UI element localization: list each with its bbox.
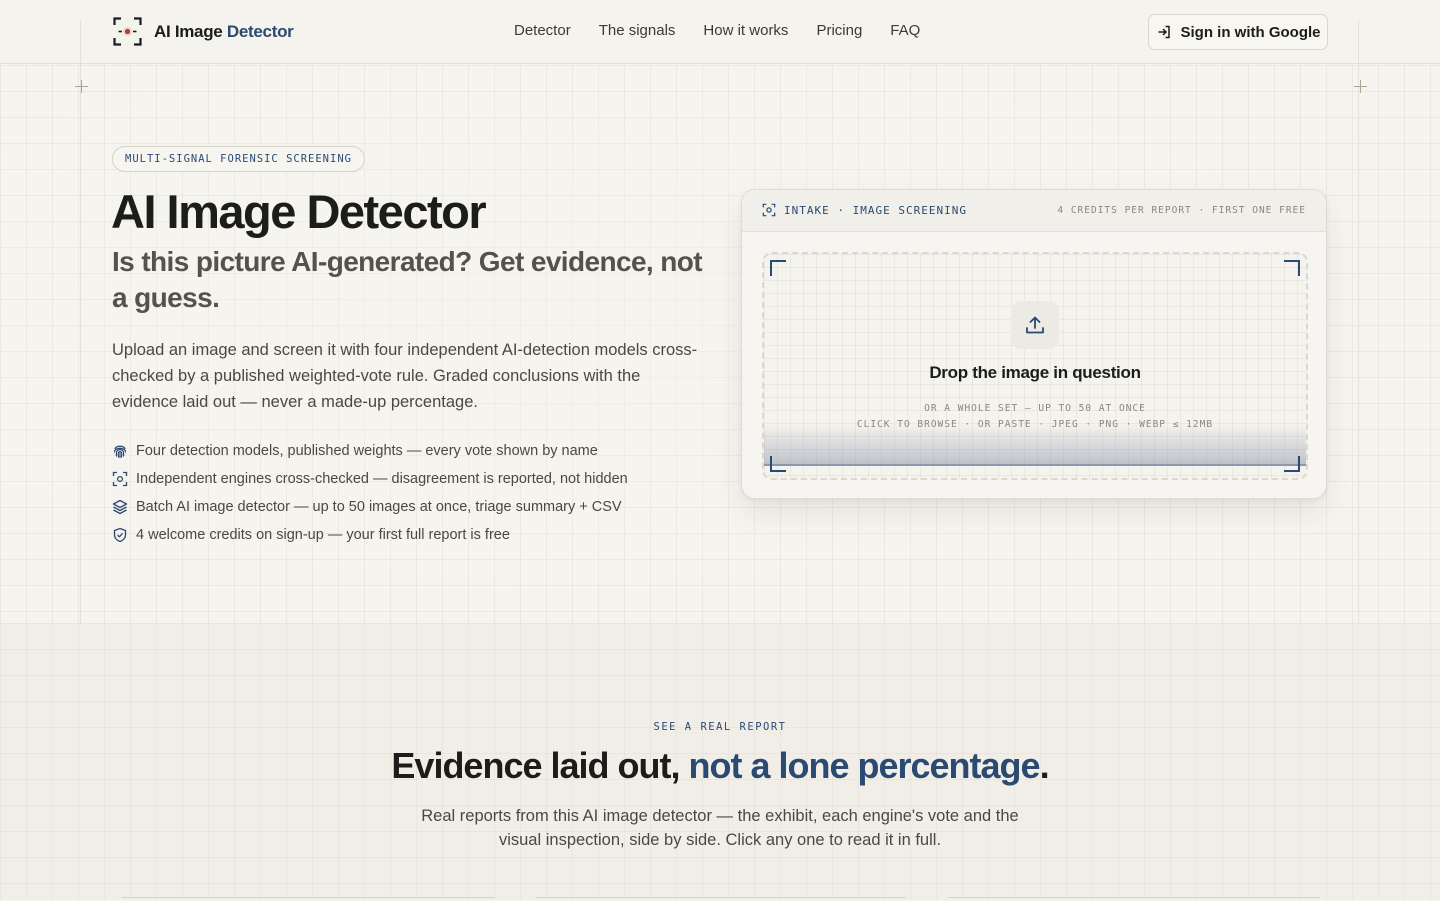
fingerprint-icon bbox=[113, 445, 127, 459]
feature-item: Four detection models, published weights… bbox=[112, 437, 628, 465]
feature-text: 4 welcome credits on sign-up — your firs… bbox=[136, 527, 510, 543]
feature-text: Four detection models, published weights… bbox=[136, 443, 598, 459]
image-dropzone[interactable]: Drop the image in question OR A WHOLE SE… bbox=[762, 252, 1308, 480]
plus-marker-right bbox=[1354, 80, 1367, 93]
intake-card-header: INTAKE · IMAGE SCREENING 4 CREDITS PER R… bbox=[742, 190, 1326, 232]
hero-tag: MULTI-SIGNAL FORENSIC SCREENING bbox=[112, 146, 365, 172]
layers-icon bbox=[112, 499, 128, 515]
feature-item: Independent engines cross-checked — disa… bbox=[112, 465, 628, 493]
corner-bracket bbox=[1284, 260, 1300, 276]
scan-icon bbox=[112, 471, 128, 487]
corner-bracket bbox=[770, 260, 786, 276]
corner-bracket bbox=[770, 456, 786, 472]
dropzone-title: Drop the image in question bbox=[929, 363, 1141, 382]
nav-detector[interactable]: Detector bbox=[514, 22, 571, 39]
feature-text: Independent engines cross-checked — disa… bbox=[136, 471, 628, 487]
hero-lead: Upload an image and screen it with four … bbox=[112, 341, 698, 411]
page-title: AI Image Detector bbox=[111, 185, 487, 238]
nav-pricing[interactable]: Pricing bbox=[816, 22, 862, 39]
sign-in-button[interactable]: Sign in with Google bbox=[1148, 14, 1328, 50]
plus-marker-left bbox=[75, 80, 88, 93]
main-nav: Detector The signals How it works Pricin… bbox=[500, 22, 920, 39]
brand[interactable]: AI Image Detector bbox=[113, 17, 294, 46]
section-subtitle: Real reports from this AI image detector… bbox=[421, 807, 1019, 849]
feature-item: Batch AI image detector — up to 50 image… bbox=[112, 493, 628, 521]
report-card-edge[interactable] bbox=[536, 897, 906, 901]
report-card-edge[interactable] bbox=[948, 897, 1320, 901]
logo-icon bbox=[113, 17, 142, 46]
corner-bracket bbox=[1284, 456, 1300, 472]
section-title: Evidence laid out, not a lone percentage… bbox=[391, 745, 1049, 786]
nav-faq[interactable]: FAQ bbox=[890, 22, 920, 39]
brand-name: AI Image Detector bbox=[154, 21, 294, 41]
sign-in-label: Sign in with Google bbox=[1180, 23, 1321, 41]
intake-credits-note: 4 CREDITS PER REPORT · FIRST ONE FREE bbox=[1057, 205, 1306, 216]
report-card-edge[interactable] bbox=[122, 897, 494, 901]
upload-icon bbox=[1026, 316, 1044, 334]
nav-signals[interactable]: The signals bbox=[599, 22, 676, 39]
nav-how-it-works[interactable]: How it works bbox=[703, 22, 788, 39]
site-header: AI Image Detector Detector The signals H… bbox=[0, 0, 1440, 64]
scan-icon bbox=[762, 203, 776, 217]
feature-item: 4 welcome credits on sign-up — your firs… bbox=[112, 521, 628, 549]
upload-button[interactable] bbox=[1011, 301, 1059, 349]
feature-list: Four detection models, published weights… bbox=[112, 437, 628, 549]
shield-check-icon bbox=[113, 527, 127, 543]
report-section: SEE A REAL REPORT Evidence laid out, not… bbox=[0, 623, 1440, 900]
intake-title: INTAKE · IMAGE SCREENING bbox=[762, 203, 967, 217]
scan-line bbox=[764, 464, 1306, 466]
page-subtitle: Is this picture AI-generated? Get eviden… bbox=[112, 246, 703, 313]
intake-card: INTAKE · IMAGE SCREENING 4 CREDITS PER R… bbox=[741, 189, 1327, 499]
sign-in-icon bbox=[1158, 25, 1170, 39]
feature-text: Batch AI image detector — up to 50 image… bbox=[136, 499, 622, 515]
section-eyebrow: SEE A REAL REPORT bbox=[653, 721, 787, 733]
dropzone-hint: OR A WHOLE SET — UP TO 50 AT ONCE CLICK … bbox=[856, 403, 1214, 430]
